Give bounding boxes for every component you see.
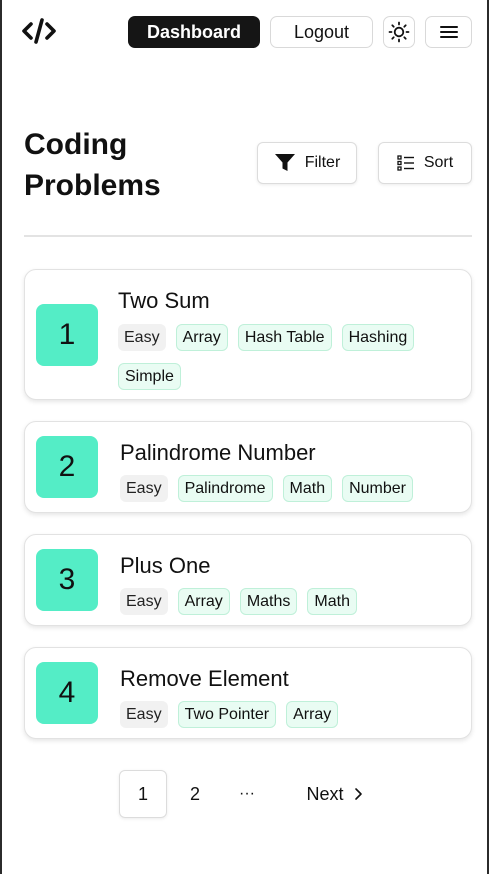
- problem-title[interactable]: Palindrome Number: [120, 440, 316, 466]
- tag-list: Easy Array Maths Math: [120, 588, 460, 615]
- problem-title[interactable]: Remove Element: [120, 666, 289, 692]
- topic-tag: Number: [342, 475, 413, 502]
- difficulty-badge: Easy: [120, 475, 168, 502]
- tag-list: Easy Palindrome Math Number: [120, 475, 460, 502]
- difficulty-badge: Easy: [120, 701, 168, 728]
- topic-tag: Array: [175, 324, 228, 351]
- topic-tag: Array: [286, 701, 339, 728]
- pagination-ellipsis: ···: [239, 785, 255, 802]
- page-title: Coding Problems: [24, 124, 244, 206]
- top-nav: Dashboard Logout: [2, 0, 487, 64]
- next-page-button[interactable]: Next: [290, 770, 380, 818]
- topic-tag: Maths: [239, 588, 298, 615]
- sun-icon: [388, 21, 410, 43]
- code-icon[interactable]: [22, 16, 56, 46]
- menu-button[interactable]: [425, 16, 472, 48]
- problem-number: 3: [36, 549, 98, 611]
- page-button-2[interactable]: 2: [171, 770, 219, 818]
- difficulty-badge: Easy: [120, 588, 168, 615]
- topic-tag: Two Pointer: [177, 701, 277, 728]
- tag-list: Easy Two Pointer Array: [120, 701, 460, 728]
- funnel-icon: [274, 154, 295, 171]
- problem-title[interactable]: Two Sum: [118, 288, 210, 314]
- sort-button[interactable]: Sort: [378, 142, 472, 184]
- chevron-right-icon: [354, 788, 362, 800]
- divider: [24, 235, 472, 237]
- problem-card[interactable]: 4 Remove Element Easy Two Pointer Array: [24, 647, 472, 739]
- page-button-1[interactable]: 1: [119, 770, 167, 818]
- topic-tag: Math: [282, 475, 333, 502]
- filter-label: Filter: [304, 154, 341, 171]
- pagination: 1 2 ··· Next: [2, 770, 487, 818]
- page-title-line2: Problems: [24, 169, 161, 202]
- hamburger-icon: [439, 26, 458, 38]
- topic-tag: Math: [307, 588, 357, 615]
- list-sort-icon: [397, 155, 414, 171]
- topic-tag: Palindrome: [177, 475, 273, 502]
- topic-tag: Array: [177, 588, 230, 615]
- tag-list: Easy Array Hash Table Hashing Simple: [118, 324, 438, 390]
- topic-tag: Hashing: [341, 324, 415, 351]
- theme-toggle-button[interactable]: [383, 16, 415, 48]
- problem-card[interactable]: 1 Two Sum Easy Array Hash Table Hashing …: [24, 269, 472, 400]
- sort-label: Sort: [423, 154, 454, 171]
- page: Dashboard Logout Coding Problems Filter …: [2, 0, 487, 874]
- topic-tag: Hash Table: [237, 324, 332, 351]
- problem-number: 4: [36, 662, 98, 724]
- filter-button[interactable]: Filter: [257, 142, 357, 184]
- problem-card[interactable]: 2 Palindrome Number Easy Palindrome Math…: [24, 421, 472, 513]
- page-title-line1: Coding: [24, 128, 128, 161]
- problem-number: 2: [36, 436, 98, 498]
- problem-title[interactable]: Plus One: [120, 553, 211, 579]
- problem-number: 1: [36, 304, 98, 366]
- logout-button[interactable]: Logout: [270, 16, 373, 48]
- problem-card[interactable]: 3 Plus One Easy Array Maths Math: [24, 534, 472, 626]
- topic-tag: Simple: [118, 363, 181, 390]
- difficulty-badge: Easy: [118, 324, 166, 351]
- dashboard-button[interactable]: Dashboard: [128, 16, 260, 48]
- next-label: Next: [306, 783, 344, 804]
